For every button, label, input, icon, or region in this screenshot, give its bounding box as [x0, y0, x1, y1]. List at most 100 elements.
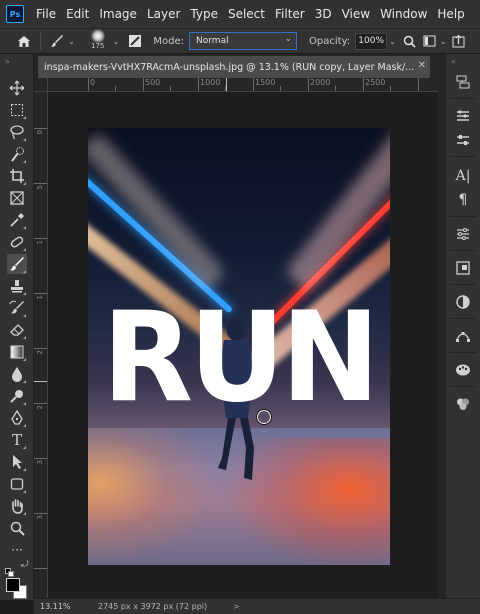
cursor-position-marker	[34, 381, 47, 382]
zoom-tool-icon[interactable]	[7, 518, 27, 538]
ruler-origin[interactable]	[34, 78, 48, 92]
ruler-horizontal[interactable]: 0 500 1000 1500 2000 2500	[48, 78, 438, 92]
panel-dock: « A| ¶	[446, 54, 480, 600]
document-info: 2745 px x 3972 px (72 ppi)	[98, 602, 208, 611]
status-bar: 13.11% 2745 px x 3972 px (72 ppi) >	[34, 598, 480, 614]
frame-tool-icon[interactable]	[7, 188, 27, 208]
brushes-panel-icon[interactable]	[453, 106, 473, 126]
search-icon[interactable]	[400, 31, 420, 51]
chevron-down-icon: ⌄	[284, 34, 293, 44]
menu-3d[interactable]: 3D	[315, 7, 332, 21]
move-tool-icon[interactable]	[7, 78, 27, 98]
divider	[40, 32, 41, 50]
close-icon[interactable]: ✕	[418, 60, 426, 71]
home-icon[interactable]	[14, 31, 34, 51]
brush-settings-panel-icon[interactable]	[125, 31, 145, 51]
document-tab[interactable]: inspa-makers-VvtHX7RAcmA-unsplash.jpg @ …	[38, 56, 430, 78]
chevron-down-icon[interactable]: ⌄	[68, 37, 75, 46]
adjustments-panel-icon[interactable]	[453, 292, 473, 312]
ruler-label: 2	[36, 350, 44, 355]
type-tool-icon[interactable]: T	[7, 430, 27, 450]
lasso-tool-icon[interactable]	[7, 122, 27, 142]
opacity-label: Opacity:	[309, 35, 351, 47]
chevron-down-icon[interactable]: ⌄	[113, 37, 120, 46]
chevron-down-icon[interactable]: ⌄	[440, 37, 447, 46]
paragraph-panel-icon[interactable]: ¶	[453, 190, 473, 210]
libraries-panel-icon[interactable]	[453, 258, 473, 278]
mode-select[interactable]: Normal ⌄	[189, 32, 298, 50]
menu-file[interactable]: File	[36, 7, 56, 21]
dodge-tool-icon[interactable]	[7, 386, 27, 406]
ruler-label: 1	[36, 240, 44, 245]
character-panel-icon[interactable]: A|	[453, 166, 473, 186]
foreground-color-swatch[interactable]	[6, 578, 20, 592]
quick-selection-tool-icon[interactable]	[7, 144, 27, 164]
swap-colors-icon[interactable]: ⤾	[21, 560, 29, 570]
menu-filter[interactable]: Filter	[275, 7, 305, 21]
menu-bar: Ps File Edit Image Layer Type Select Fil…	[0, 0, 480, 28]
collapse-toolbar-icon[interactable]: »	[5, 57, 10, 66]
ruler-label: 3	[36, 460, 44, 465]
hand-tool-icon[interactable]	[7, 496, 27, 516]
photoshop-logo-icon[interactable]: Ps	[6, 5, 24, 23]
brush-cursor	[257, 410, 271, 424]
opacity-field[interactable]: 100%	[355, 32, 388, 50]
ruler-label: 500	[145, 78, 161, 87]
more-tools-icon[interactable]: ···	[7, 540, 27, 560]
ruler-label: 5	[36, 185, 44, 190]
status-menu-arrow[interactable]: >	[233, 602, 240, 611]
menu-window[interactable]: Window	[380, 7, 427, 21]
ruler-vertical[interactable]: 0 5 1 1 2 2 3 3	[34, 92, 48, 598]
light-trail-glow	[88, 131, 227, 291]
ruler-label: 0	[36, 130, 44, 135]
menu-type[interactable]: Type	[190, 7, 218, 21]
healing-brush-tool-icon[interactable]	[7, 232, 27, 252]
menu-select[interactable]: Select	[228, 7, 265, 21]
tools-panel: » T ··· ⤾	[0, 54, 34, 600]
document-tab-bar: inspa-makers-VvtHX7RAcmA-unsplash.jpg @ …	[34, 54, 438, 78]
history-brush-tool-icon[interactable]	[7, 298, 27, 318]
ruler-label: 2	[36, 405, 44, 410]
menu-image[interactable]: Image	[99, 7, 137, 21]
eraser-tool-icon[interactable]	[7, 320, 27, 340]
run-text-layer[interactable]: RUN	[88, 295, 390, 419]
properties-panel-icon[interactable]	[453, 224, 473, 244]
menu-layer[interactable]: Layer	[147, 7, 180, 21]
collapse-dock-icon[interactable]: «	[451, 57, 456, 66]
blur-tool-icon[interactable]	[7, 364, 27, 384]
menu-help[interactable]: Help	[437, 7, 464, 21]
clone-stamp-tool-icon[interactable]	[7, 276, 27, 296]
workspace-layout-icon[interactable]	[420, 31, 440, 51]
ruler-label: 2000	[310, 78, 331, 87]
path-selection-tool-icon[interactable]	[7, 452, 27, 472]
paths-panel-icon[interactable]	[453, 326, 473, 346]
adjust-settings-icon[interactable]	[453, 130, 473, 150]
learn-panel-icon[interactable]	[453, 394, 473, 414]
brush-tool-preset-icon[interactable]	[47, 31, 67, 51]
brush-size-value: 175	[91, 42, 105, 50]
marquee-tool-icon[interactable]	[7, 100, 27, 120]
menu-edit[interactable]: Edit	[66, 7, 89, 21]
chevron-down-icon[interactable]: ⌄	[389, 37, 396, 46]
ruler-label: 3	[36, 515, 44, 520]
rectangle-tool-icon[interactable]	[7, 474, 27, 494]
gradient-tool-icon[interactable]	[7, 342, 27, 362]
default-colors-icon[interactable]	[5, 562, 14, 577]
ruler-label: 0	[90, 78, 96, 87]
brush-size-picker[interactable]: 175	[85, 29, 111, 53]
options-bar: ⌄ 175 ⌄ Mode: Normal ⌄ Opacity: 100% ⌄ ⌄	[0, 28, 480, 54]
history-panel-icon[interactable]	[453, 72, 473, 92]
document-canvas-image[interactable]: RUN	[88, 128, 390, 565]
ruler-label: 1	[36, 295, 44, 300]
canvas-workspace[interactable]: RUN	[48, 92, 438, 598]
mode-label: Mode:	[153, 35, 185, 47]
crop-tool-icon[interactable]	[7, 166, 27, 186]
share-icon[interactable]	[449, 31, 469, 51]
document-tab-title: inspa-makers-VvtHX7RAcmA-unsplash.jpg @ …	[44, 61, 415, 73]
swatches-panel-icon[interactable]	[453, 360, 473, 380]
eyedropper-tool-icon[interactable]	[7, 210, 27, 230]
menu-view[interactable]: View	[342, 7, 370, 21]
pen-tool-icon[interactable]	[7, 408, 27, 428]
zoom-level-field[interactable]: 13.11%	[34, 602, 80, 611]
brush-tool-icon[interactable]	[7, 254, 27, 274]
